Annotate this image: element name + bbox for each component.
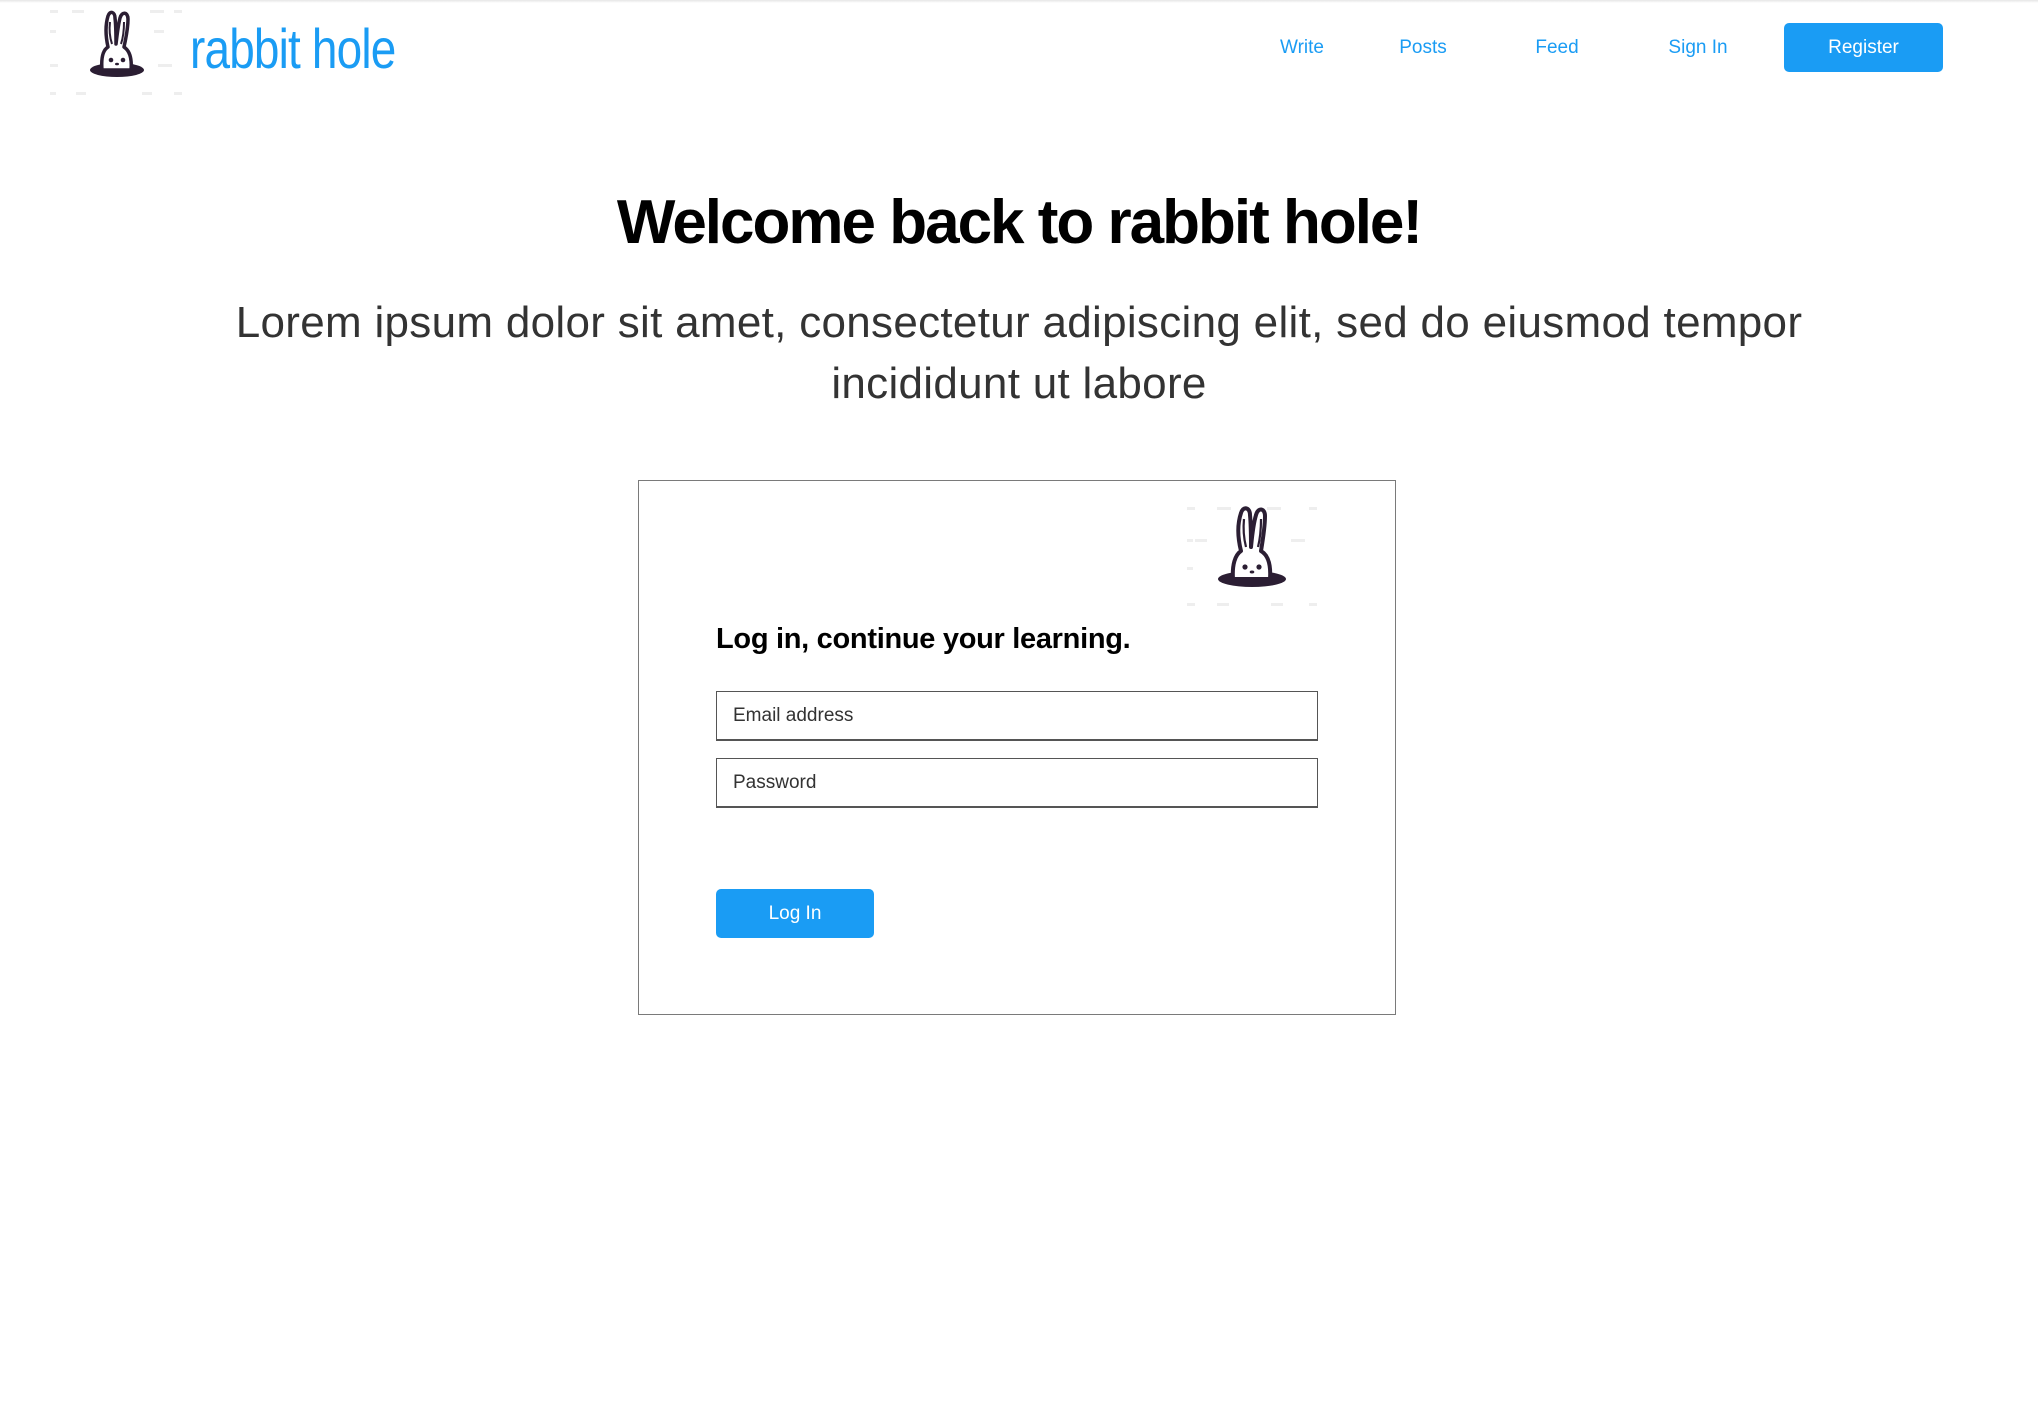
header-shadow <box>0 0 2038 3</box>
rabbit-in-hole-icon <box>50 10 182 95</box>
nav-sign-in-link[interactable]: Sign In <box>1656 23 1740 72</box>
login-card: Log in, continue your learning. Log In <box>638 480 1396 1015</box>
rabbit-in-hole-icon <box>1187 506 1317 606</box>
log-in-button[interactable]: Log In <box>716 889 874 938</box>
email-field[interactable] <box>716 691 1318 741</box>
nav-feed-link[interactable]: Feed <box>1526 23 1588 72</box>
page-title: Welcome back to rabbit hole! <box>616 188 1423 257</box>
page-subtitle: Lorem ipsum dolor sit amet, consectetur … <box>235 298 1803 408</box>
brand-home-link[interactable]: rabbit hole <box>46 4 441 100</box>
password-field[interactable] <box>716 758 1318 808</box>
nav-write-link[interactable]: Write <box>1266 23 1338 72</box>
login-heading: Log in, continue your learning. <box>716 623 1131 655</box>
register-button[interactable]: Register <box>1784 23 1943 72</box>
login-page: rabbit hole Write Posts Feed Sign In Reg… <box>0 0 2038 1402</box>
brand-name: rabbit hole <box>190 17 396 80</box>
nav-posts-link[interactable]: Posts <box>1388 23 1458 72</box>
